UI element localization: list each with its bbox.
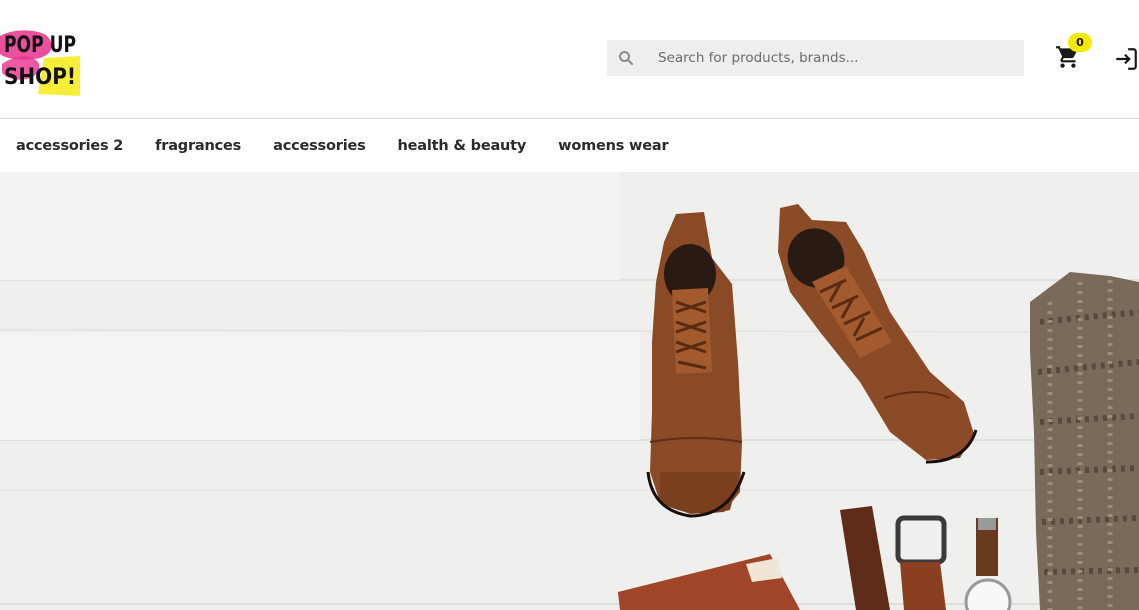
category-nav: accessories 2 fragrances accessories hea… [0, 119, 1139, 172]
nav-item-accessories-2[interactable]: accessories 2 [16, 138, 123, 154]
svg-text:POP UP: POP UP [4, 33, 76, 58]
search-input[interactable] [658, 50, 1008, 66]
svg-text:SHOP!: SHOP! [4, 65, 76, 90]
hero-banner-image[interactable] [0, 172, 1139, 610]
nav-item-fragrances[interactable]: fragrances [155, 138, 241, 154]
site-header: POP UP SHOP! 0 [0, 0, 1139, 119]
nav-item-accessories[interactable]: accessories [273, 138, 366, 154]
knit-sweater [1030, 272, 1139, 610]
search-bar[interactable] [607, 40, 1024, 76]
login-icon[interactable] [1113, 46, 1139, 72]
nav-item-womens-wear[interactable]: womens wear [558, 138, 668, 154]
shop-logo[interactable]: POP UP SHOP! [0, 24, 82, 96]
search-icon[interactable] [617, 49, 635, 67]
cart-count-badge: 0 [1068, 33, 1092, 52]
nav-item-health-beauty[interactable]: health & beauty [398, 138, 527, 154]
